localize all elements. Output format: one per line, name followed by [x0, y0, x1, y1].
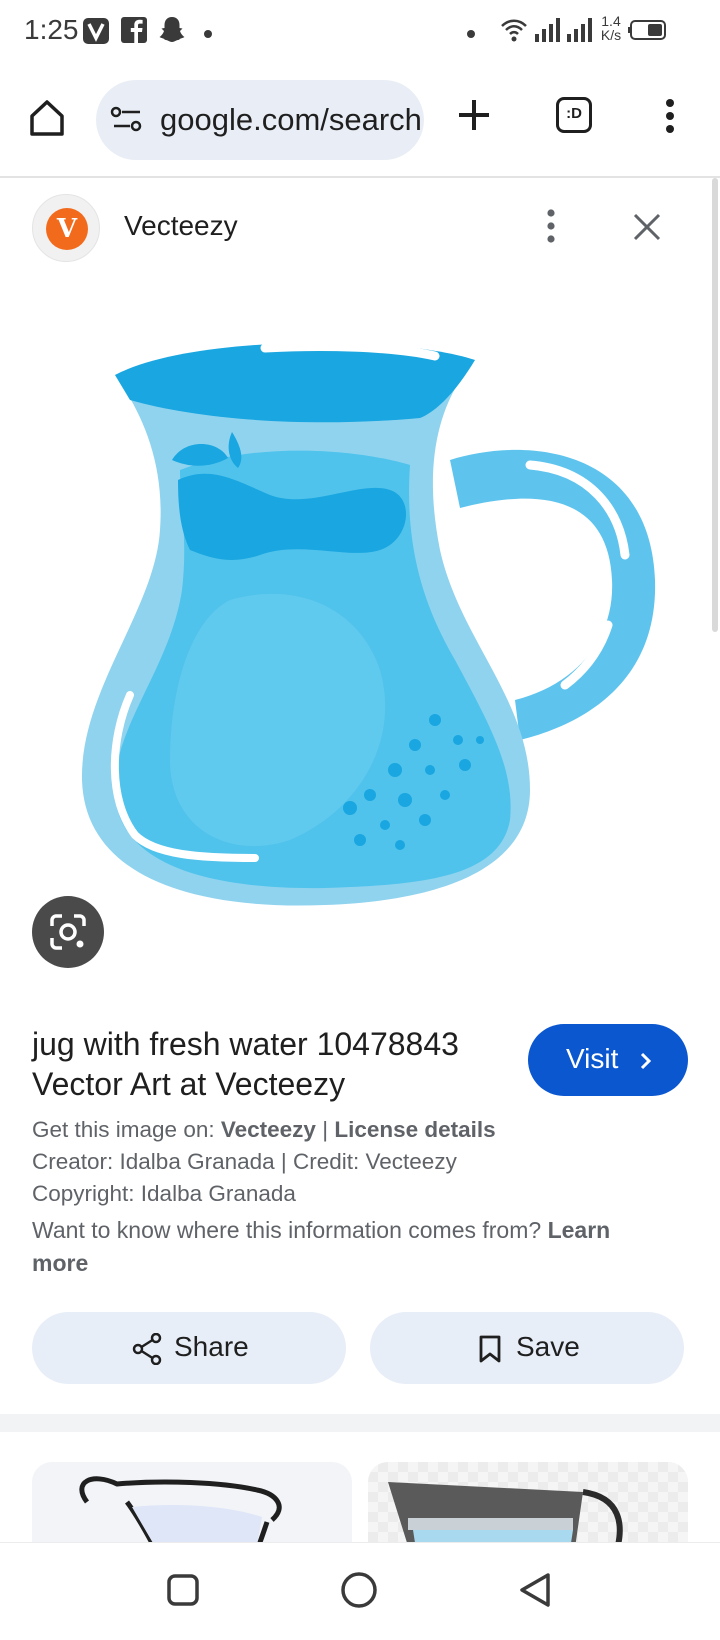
home-circle-icon[interactable]	[340, 1571, 378, 1614]
share-icon	[132, 1332, 162, 1370]
logo-letter: V	[46, 208, 88, 250]
signal-icon	[534, 18, 562, 47]
section-divider	[0, 1414, 720, 1432]
url-bar[interactable]: google.com/search	[96, 80, 424, 160]
tab-switcher-icon[interactable]: :D	[556, 97, 592, 133]
net-speed: 1.4 K/s	[598, 14, 624, 42]
signal-icon	[566, 18, 594, 47]
home-icon[interactable]	[28, 98, 66, 143]
share-button[interactable]: Share	[32, 1312, 346, 1384]
more-options-icon[interactable]	[545, 208, 557, 249]
chevron-right-icon	[640, 1052, 652, 1075]
bookmark-icon	[478, 1334, 502, 1369]
save-button[interactable]: Save	[370, 1312, 684, 1384]
source-header: V Vecteezy	[0, 190, 720, 270]
dot-icon	[466, 26, 476, 44]
dot-icon	[203, 26, 213, 44]
jug-with-water-image[interactable]	[60, 340, 670, 930]
save-label: Save	[516, 1331, 580, 1362]
vecteezy-logo-icon: V	[32, 194, 100, 262]
browser-toolbar: google.com/search :D	[0, 70, 720, 178]
navigation-bar	[0, 1542, 720, 1640]
url-text[interactable]: google.com/search	[160, 102, 422, 138]
back-icon[interactable]	[518, 1571, 552, 1614]
net-speed-unit: K/s	[600, 27, 622, 43]
get-image-source-link[interactable]: Vecteezy	[221, 1117, 316, 1142]
close-icon[interactable]	[632, 212, 662, 247]
google-lens-button[interactable]	[32, 896, 104, 968]
visit-button[interactable]: Visit	[528, 1024, 688, 1096]
status-bar: 1:25 1.4 K/s	[0, 0, 720, 70]
wifi-icon	[500, 16, 528, 49]
lens-icon	[50, 914, 86, 950]
visit-label: Visit	[566, 1043, 619, 1074]
source-name[interactable]: Vecteezy	[124, 210, 238, 242]
info-source-question: Want to know where this information come…	[32, 1214, 672, 1280]
get-image-prefix: Get this image on:	[32, 1117, 215, 1142]
info-question-text: Want to know where this information come…	[32, 1217, 542, 1243]
overflow-menu-icon[interactable]	[664, 98, 676, 139]
facebook-icon	[121, 17, 147, 48]
license-details-link[interactable]: License details	[334, 1117, 495, 1142]
status-time: 1:25	[24, 14, 79, 45]
share-label: Share	[174, 1331, 249, 1362]
creator-line: Creator: Idalba Granada | Credit: Vectee…	[32, 1149, 457, 1174]
recent-apps-icon[interactable]	[166, 1573, 200, 1612]
copyright-line: Copyright: Idalba Granada	[32, 1181, 296, 1206]
snapchat-icon	[158, 15, 186, 50]
get-image-line: Get this image on: Vecteezy | License de…	[32, 1114, 496, 1146]
vpn-v-icon	[82, 17, 110, 50]
site-info-icon[interactable]	[110, 106, 144, 139]
result-title[interactable]: jug with fresh water 10478843 Vector Art…	[32, 1024, 502, 1104]
battery-icon	[628, 19, 668, 46]
new-tab-plus-icon[interactable]	[456, 97, 492, 138]
separator: |	[322, 1117, 329, 1142]
